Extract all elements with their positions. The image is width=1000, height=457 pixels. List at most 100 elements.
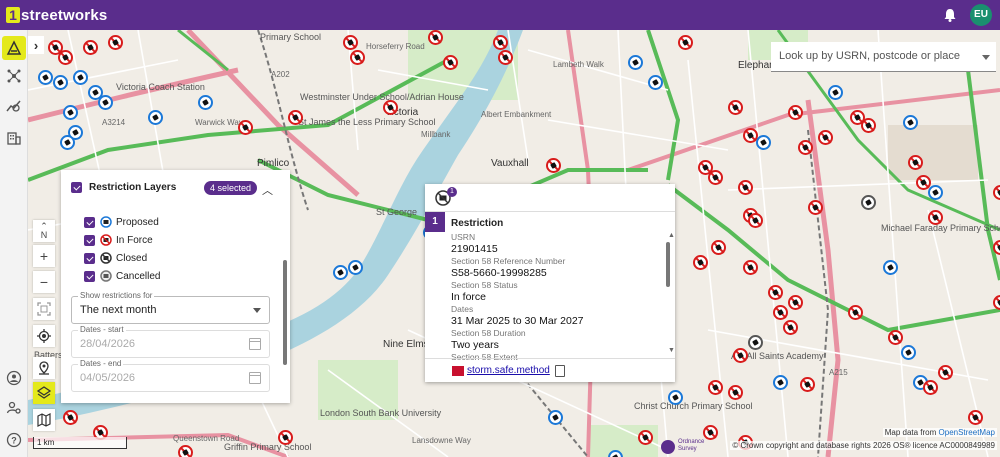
in-force-restriction-marker[interactable] <box>738 180 753 195</box>
closed-restriction-marker[interactable] <box>861 195 876 210</box>
in-force-restriction-marker[interactable] <box>798 140 813 155</box>
proposed-restriction-marker[interactable] <box>38 70 53 85</box>
in-force-restriction-marker[interactable] <box>728 100 743 115</box>
proposed-restriction-marker[interactable] <box>73 70 88 85</box>
proposed-restriction-marker[interactable] <box>648 75 663 90</box>
layer-item-proposed[interactable]: Proposed <box>84 216 159 228</box>
in-force-restriction-marker[interactable] <box>938 365 953 380</box>
layer-checkbox[interactable] <box>84 234 95 246</box>
proposed-restriction-marker[interactable] <box>903 115 918 130</box>
show-restrictions-select[interactable]: Show restrictions for The next month <box>71 291 270 324</box>
proposed-restriction-marker[interactable] <box>668 390 683 405</box>
in-force-restriction-marker[interactable] <box>383 100 398 115</box>
what3words-link[interactable]: storm.safe.method <box>467 365 550 376</box>
user-avatar[interactable]: EU <box>970 4 992 26</box>
proposed-restriction-marker[interactable] <box>628 55 643 70</box>
sidebar-item-admin[interactable] <box>2 396 26 420</box>
sidebar-item-account[interactable] <box>2 366 26 390</box>
openstreetmap-link[interactable]: OpenStreetMap <box>939 428 995 437</box>
proposed-restriction-marker[interactable] <box>53 75 68 90</box>
layers-header[interactable]: Restriction Layers <box>71 182 176 193</box>
layer-item-closed[interactable]: Closed <box>84 252 147 264</box>
compass-button[interactable]: ⌃ N <box>33 220 55 242</box>
in-force-restriction-marker[interactable] <box>848 305 863 320</box>
proposed-restriction-marker[interactable] <box>828 85 843 100</box>
sidebar-item-analytics[interactable] <box>2 94 26 118</box>
in-force-restriction-marker[interactable] <box>808 200 823 215</box>
in-force-restriction-marker[interactable] <box>923 380 938 395</box>
in-force-restriction-marker[interactable] <box>693 255 708 270</box>
layer-item-in-force[interactable]: In Force <box>84 234 153 246</box>
in-force-restriction-marker[interactable] <box>343 35 358 50</box>
locate-me-button[interactable] <box>33 325 55 347</box>
in-force-restriction-marker[interactable] <box>493 35 508 50</box>
in-force-restriction-marker[interactable] <box>800 377 815 392</box>
in-force-restriction-marker[interactable] <box>428 30 443 45</box>
panel-scrollbar[interactable] <box>283 260 287 365</box>
layer-item-cancelled[interactable]: Cancelled <box>84 270 160 282</box>
proposed-restriction-marker[interactable] <box>63 105 78 120</box>
in-force-restriction-marker[interactable] <box>743 260 758 275</box>
in-force-restriction-marker[interactable] <box>728 385 743 400</box>
proposed-restriction-marker[interactable] <box>60 135 75 150</box>
in-force-restriction-marker[interactable] <box>748 213 763 228</box>
in-force-restriction-marker[interactable] <box>278 430 293 445</box>
search-input[interactable]: Look up by USRN, postcode or place <box>771 42 996 72</box>
proposed-restriction-marker[interactable] <box>756 135 771 150</box>
in-force-restriction-marker[interactable] <box>888 330 903 345</box>
proposed-restriction-marker[interactable] <box>348 260 363 275</box>
proposed-restriction-marker[interactable] <box>901 345 916 360</box>
in-force-restriction-marker[interactable] <box>733 348 748 363</box>
in-force-restriction-marker[interactable] <box>788 295 803 310</box>
in-force-restriction-marker[interactable] <box>773 305 788 320</box>
proposed-restriction-marker[interactable] <box>148 110 163 125</box>
in-force-restriction-marker[interactable] <box>788 105 803 120</box>
scroll-down-icon[interactable]: ▼ <box>668 347 675 354</box>
proposed-restriction-marker[interactable] <box>773 375 788 390</box>
in-force-restriction-marker[interactable] <box>638 430 653 445</box>
scroll-up-icon[interactable]: ▲ <box>668 232 675 239</box>
proposed-restriction-marker[interactable] <box>198 95 213 110</box>
in-force-restriction-marker[interactable] <box>861 118 876 133</box>
layers-button[interactable] <box>33 382 55 404</box>
fit-bounds-button[interactable] <box>33 298 55 320</box>
collapse-chevron-up-icon[interactable]: ︿ <box>262 182 273 198</box>
in-force-restriction-marker[interactable] <box>498 50 513 65</box>
sidebar-item-network[interactable] <box>2 64 26 88</box>
proposed-restriction-marker[interactable] <box>548 410 563 425</box>
in-force-restriction-marker[interactable] <box>711 240 726 255</box>
in-force-restriction-marker[interactable] <box>63 410 78 425</box>
in-force-restriction-marker[interactable] <box>968 410 983 425</box>
bell-icon[interactable] <box>942 7 958 23</box>
popup-scrollbar[interactable] <box>666 242 670 287</box>
in-force-restriction-marker[interactable] <box>58 50 73 65</box>
sidebar-item-help[interactable]: ? <box>2 428 26 452</box>
in-force-restriction-marker[interactable] <box>83 40 98 55</box>
in-force-restriction-marker[interactable] <box>908 155 923 170</box>
zoom-in-button[interactable]: + <box>33 245 55 267</box>
in-force-restriction-marker[interactable] <box>708 380 723 395</box>
in-force-restriction-marker[interactable] <box>238 120 253 135</box>
sidebar-item-restrictions[interactable] <box>2 36 26 60</box>
layers-master-checkbox[interactable] <box>71 182 82 193</box>
in-force-restriction-marker[interactable] <box>350 50 365 65</box>
layer-checkbox[interactable] <box>84 216 95 228</box>
layer-checkbox[interactable] <box>84 270 95 282</box>
in-force-restriction-marker[interactable] <box>818 130 833 145</box>
in-force-restriction-marker[interactable] <box>108 35 123 50</box>
in-force-restriction-marker[interactable] <box>783 320 798 335</box>
in-force-restriction-marker[interactable] <box>288 110 303 125</box>
copy-icon[interactable] <box>555 365 565 377</box>
basemap-button[interactable] <box>33 409 55 431</box>
closed-restriction-marker[interactable] <box>748 335 763 350</box>
drop-pin-button[interactable] <box>33 357 55 379</box>
search-dropdown-icon[interactable] <box>982 55 990 60</box>
in-force-restriction-marker[interactable] <box>443 55 458 70</box>
in-force-restriction-marker[interactable] <box>708 170 723 185</box>
sidebar-item-organisations[interactable] <box>2 126 26 150</box>
proposed-restriction-marker[interactable] <box>333 265 348 280</box>
in-force-restriction-marker[interactable] <box>768 285 783 300</box>
in-force-restriction-marker[interactable] <box>546 158 561 173</box>
in-force-restriction-marker[interactable] <box>703 425 718 440</box>
layer-checkbox[interactable] <box>84 252 95 264</box>
